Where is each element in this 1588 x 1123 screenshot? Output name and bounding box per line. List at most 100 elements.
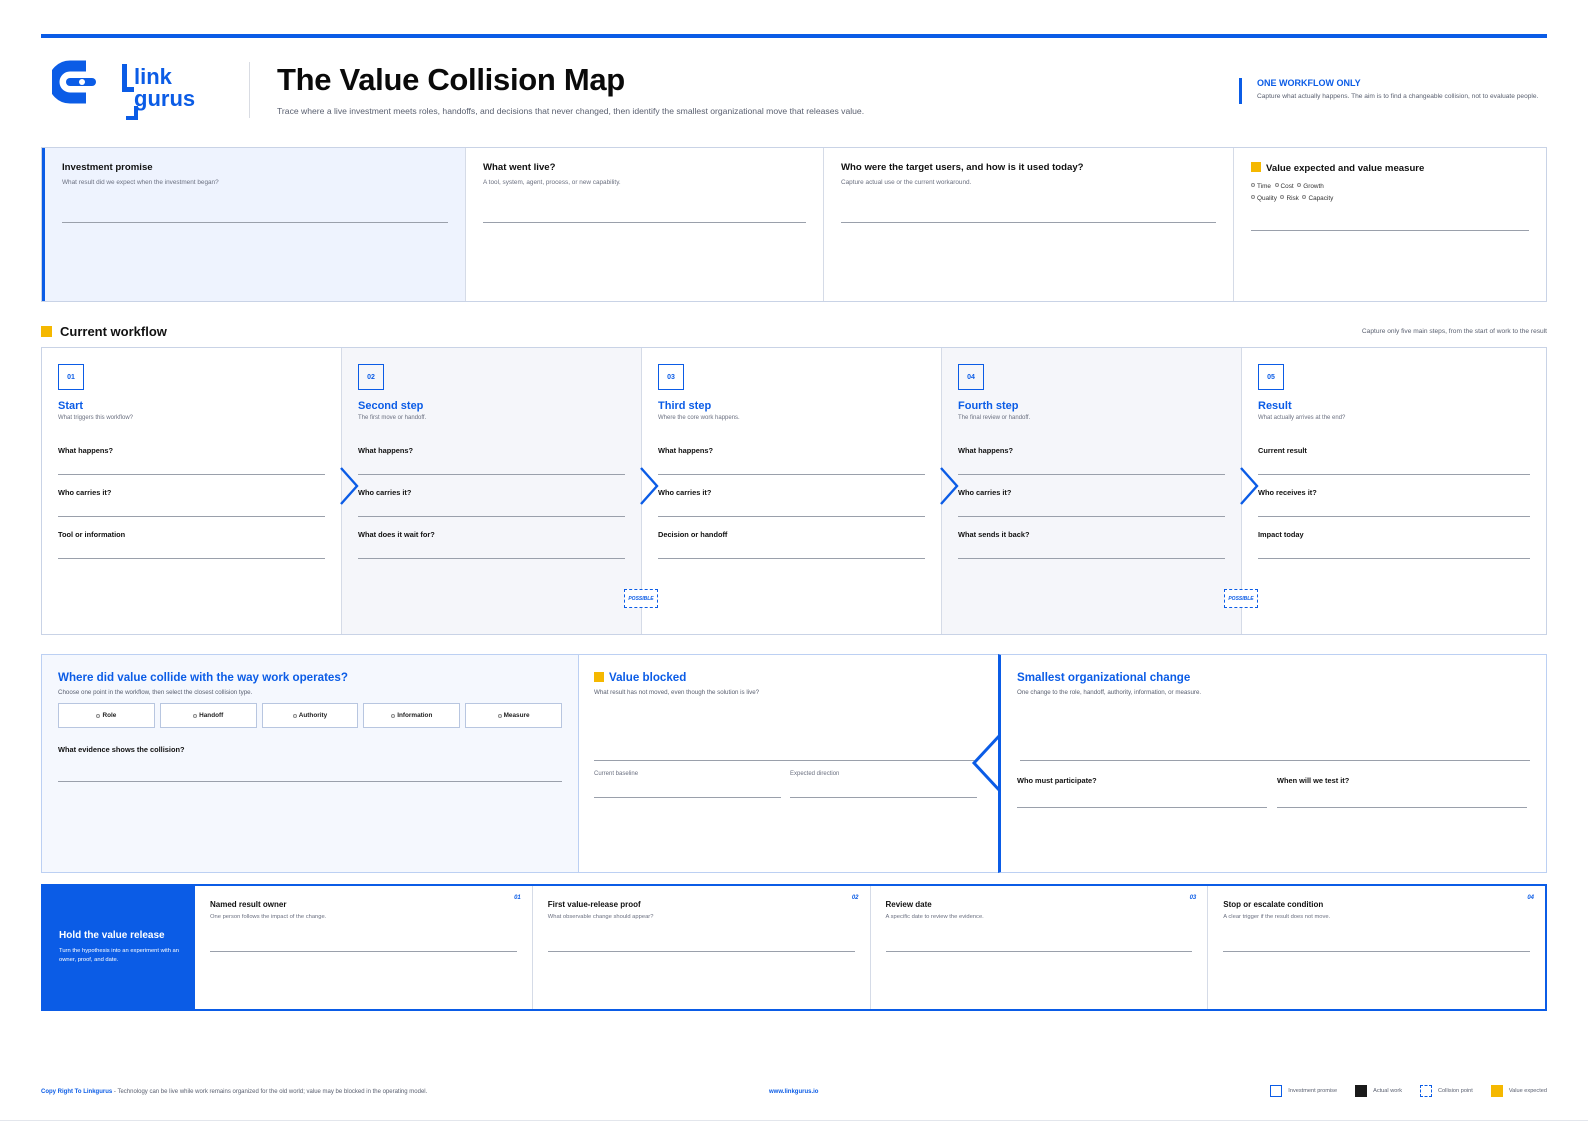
investment-promise-title: Investment promise [62, 162, 153, 173]
hold-cell-review-date[interactable]: 03 Review date A specific date to review… [871, 886, 1209, 1009]
value-blocked-title: Value blocked [594, 671, 983, 684]
hold-cell-line [1223, 951, 1530, 952]
workflow-marker [41, 326, 52, 337]
possible-collision-marker[interactable]: POSSIBLE [1224, 589, 1258, 608]
workflow-step-5[interactable]: 05 Result What actually arrives at the e… [1240, 348, 1546, 634]
footer-url[interactable]: www.linkgurus.io [769, 1089, 818, 1095]
step-field-2[interactable]: Who carries it? [58, 488, 325, 517]
hold-cell-owner[interactable]: 01 Named result owner One person follows… [195, 886, 533, 1009]
step-number: 05 [1258, 364, 1284, 390]
current-baseline-field[interactable]: Current baseline [594, 771, 781, 798]
step-field-1[interactable]: What happens? [658, 446, 925, 475]
step-arrow-icon [940, 467, 959, 505]
workflow-step-4[interactable]: 04 Fourth step The final review or hando… [940, 348, 1258, 634]
step-hint: What actually arrives at the end? [1258, 415, 1346, 421]
hold-cell-line [210, 951, 517, 952]
evidence-question: What evidence shows the collision? [58, 745, 185, 754]
hold-cell-stop-condition[interactable]: 04 Stop or escalate condition A clear tr… [1208, 886, 1545, 1009]
investment-promise-hint: What result did we expect when the inves… [62, 179, 219, 186]
who-must-participate-field[interactable]: Who must participate? [1017, 776, 1267, 808]
step-field-3[interactable]: Decision or handoff [658, 530, 925, 559]
step-field-2[interactable]: Who receives it? [1258, 488, 1530, 517]
target-users-line [841, 222, 1216, 223]
went-live-box[interactable]: What went live? A tool, system, agent, p… [466, 148, 824, 301]
hold-value-release: Hold the value release Turn the hypothes… [41, 884, 1547, 1011]
legend-collision-icon [1420, 1085, 1433, 1097]
value-expected-label: Value expected and value measure [1266, 163, 1425, 174]
collision-type-options: Role Handoff Authority Information Measu… [58, 703, 562, 728]
went-live-title: What went live? [483, 162, 556, 173]
option-growth[interactable]: Growth [1297, 183, 1324, 190]
footer-copyright: Copy Right To Linkgurus - Technology can… [41, 1089, 427, 1095]
option-time[interactable]: Time [1251, 183, 1271, 190]
step-field-1[interactable]: What happens? [958, 446, 1225, 475]
step-field-1[interactable]: Current result [1258, 446, 1530, 475]
collision-hint: Choose one point in the workflow, then s… [58, 689, 253, 696]
option-capacity[interactable]: Capacity [1302, 195, 1333, 202]
legend-investment-icon [1270, 1085, 1283, 1097]
value-expected-marker [1251, 162, 1261, 172]
investment-promise-box[interactable]: Investment promise What result did we ex… [42, 148, 466, 301]
step-field-2[interactable]: Who carries it? [958, 488, 1225, 517]
step-field-2[interactable]: Who carries it? [358, 488, 625, 517]
hold-cell-proof[interactable]: 02 First value-release proof What observ… [533, 886, 871, 1009]
value-blocked-field[interactable] [594, 760, 983, 761]
collision-type-authority[interactable]: Authority [261, 703, 359, 728]
step-field-3[interactable]: What does it wait for? [358, 530, 625, 559]
collision-type-measure[interactable]: Measure [465, 703, 562, 728]
hold-cell-number: 04 [1527, 895, 1534, 901]
target-users-box[interactable]: Who were the target users, and how is it… [824, 148, 1234, 301]
legend-investment-label: Investment promise [1288, 1088, 1338, 1094]
option-quality[interactable]: Quality [1251, 195, 1277, 202]
hold-cell-hint: What observable change should appear? [547, 914, 654, 920]
workflow-step-1[interactable]: 01 Start What triggers this workflow? Wh… [42, 348, 342, 634]
hold-cell-hint: A clear trigger if the result does not m… [1223, 914, 1331, 920]
collision-title: Where did value collide with the way wor… [58, 671, 348, 684]
top-accent-bar [41, 34, 1547, 38]
step-title: Third step [658, 400, 712, 412]
legend-actual-work-label: Actual work [1373, 1088, 1403, 1094]
legend-value-icon [1490, 1085, 1503, 1097]
option-cost[interactable]: Cost [1274, 183, 1294, 190]
smallest-change-field[interactable] [1020, 760, 1530, 761]
investment-summary: Investment promise What result did we ex… [41, 147, 1547, 302]
page-subtitle: Trace where a live investment meets role… [277, 106, 865, 116]
value-expected-line [1251, 230, 1529, 231]
step-field-3[interactable]: Impact today [1258, 530, 1530, 559]
value-blocked-marker [594, 672, 604, 682]
page-title: The Value Collision Map [277, 62, 625, 97]
linkgurus-logo: link gurus [48, 60, 212, 122]
step-field-1[interactable]: What happens? [58, 446, 325, 475]
hold-cell-hint: A specific date to review the evidence. [885, 914, 984, 920]
investment-promise-line [62, 222, 448, 223]
hold-cell-hint: One person follows the impact of the cha… [210, 914, 327, 920]
step-hint: Where the core work happens. [658, 415, 740, 421]
step-title: Second step [358, 400, 424, 412]
collision-type-information[interactable]: Information [363, 703, 461, 728]
smallest-change-title: Smallest organizational change [1017, 671, 1191, 684]
legend-actual-work-icon [1355, 1085, 1368, 1097]
step-field-2[interactable]: Who carries it? [658, 488, 925, 517]
evidence-field[interactable] [58, 781, 562, 782]
possible-collision-marker[interactable]: POSSIBLE [624, 589, 658, 608]
collision-type-handoff[interactable]: Handoff [159, 703, 257, 728]
step-number: 02 [358, 364, 384, 390]
bottom-rule [0, 1120, 1588, 1121]
footer-tagline: - Technology can be live while work rema… [112, 1089, 428, 1095]
step-field-1[interactable]: What happens? [358, 446, 625, 475]
option-risk[interactable]: Risk [1280, 195, 1299, 202]
workflow-step-3[interactable]: 03 Third step Where the core work happen… [640, 348, 942, 634]
step-arrow-icon [340, 467, 359, 505]
collision-type-role[interactable]: Role [58, 703, 155, 728]
legend-value-label: Value expected [1508, 1088, 1547, 1094]
step-field-3[interactable]: What sends it back? [958, 530, 1225, 559]
target-users-hint: Capture actual use or the current workar… [841, 179, 972, 186]
hold-intro: Hold the value release Turn the hypothes… [43, 886, 195, 1009]
step-field-3[interactable]: Tool or information [58, 530, 325, 559]
when-test-field[interactable]: When will we test it? [1277, 776, 1527, 808]
step-arrow-icon [640, 467, 659, 505]
value-expected-box[interactable]: Value expected and value measure Time Co… [1234, 148, 1546, 301]
smallest-change-panel: Smallest organizational change One chang… [998, 654, 1547, 873]
workflow-step-2[interactable]: 02 Second step The first move or handoff… [340, 348, 658, 634]
expected-direction-field[interactable]: Expected direction [790, 771, 977, 798]
